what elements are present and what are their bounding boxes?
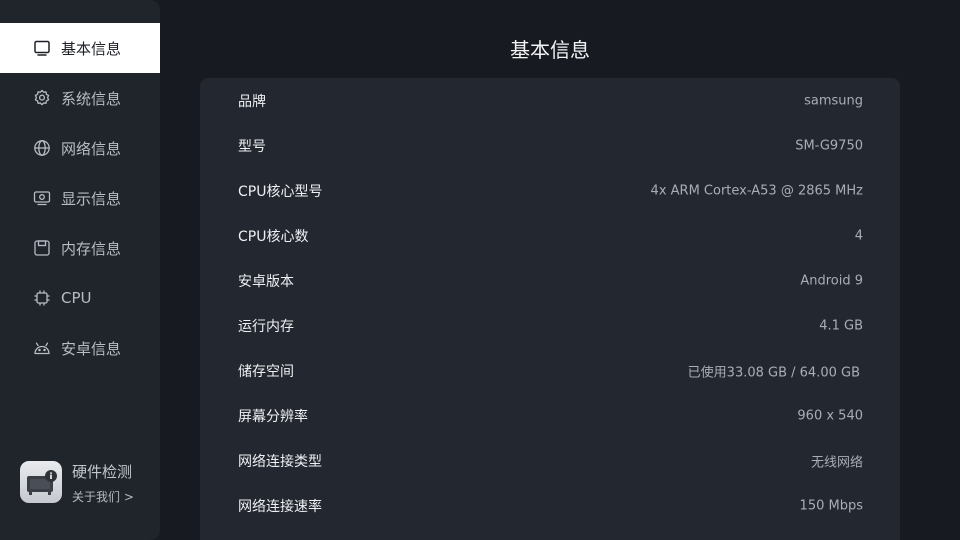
sidebar-item-label: 显示信息: [61, 189, 122, 208]
sidebar-item-system-info[interactable]: 系统信息: [0, 73, 160, 123]
info-label: 运行内存: [238, 318, 294, 335]
memory-icon: [33, 239, 51, 257]
info-value: 960 x 540: [797, 408, 863, 423]
info-row-cpu-cores: CPU核心数 4: [200, 213, 900, 258]
display-icon: [33, 189, 51, 207]
gear-icon: [33, 89, 51, 107]
info-value: 4: [854, 228, 863, 243]
app-window: 基本信息 系统信息 网络信息 显示信息 内存信息 CPU 安卓信息 硬件检测 关…: [0, 0, 960, 540]
info-label: 品牌: [238, 93, 266, 110]
info-value: SM-G9750: [795, 138, 863, 153]
app-name: 硬件检测: [72, 463, 133, 481]
info-row-ram: 运行内存 4.1 GB: [200, 303, 900, 348]
sidebar-item-display-info[interactable]: 显示信息: [0, 173, 160, 223]
info-row-storage: 储存空间 已使用33.08 GB / 64.00 GB: [200, 348, 900, 393]
sidebar-item-label: 系统信息: [61, 89, 122, 108]
info-label: CPU核心数: [238, 228, 309, 245]
hardware-info-logo-icon: [20, 461, 62, 503]
info-row-network-speed: 网络连接速率 150 Mbps: [200, 483, 900, 528]
info-label: 型号: [238, 138, 266, 155]
sidebar-item-label: 安卓信息: [61, 339, 122, 358]
globe-icon: [33, 139, 51, 157]
info-row-brand: 品牌 samsung: [200, 78, 900, 123]
app-info[interactable]: 硬件检测 关于我们 >: [20, 461, 150, 505]
sidebar-item-cpu[interactable]: CPU: [0, 273, 160, 323]
sidebar-item-memory-info[interactable]: 内存信息: [0, 223, 160, 273]
info-row-resolution: 屏幕分辨率 960 x 540: [200, 393, 900, 438]
info-row-cpu-model: CPU核心型号 4x ARM Cortex-A53 @ 2865 MHz: [200, 168, 900, 213]
sidebar-item-label: 内存信息: [61, 239, 122, 258]
info-value: Android 9: [800, 273, 863, 288]
info-row-android-version: 安卓版本 Android 9: [200, 258, 900, 303]
info-value: 4.1 GB: [819, 318, 863, 333]
info-label: 网络连接类型: [238, 453, 322, 470]
sidebar-item-basic-info[interactable]: 基本信息: [0, 23, 160, 73]
info-value: 150 Mbps: [799, 498, 863, 513]
info-value: 4x ARM Cortex-A53 @ 2865 MHz: [650, 183, 863, 198]
sidebar-item-network-info[interactable]: 网络信息: [0, 123, 160, 173]
tablet-icon: [33, 39, 51, 57]
info-label: 网络连接速率: [238, 498, 322, 515]
info-label: 屏幕分辨率: [238, 408, 308, 425]
info-value: 已使用33.08 GB / 64.00 GB: [687, 365, 860, 380]
sidebar-item-label: 基本信息: [61, 39, 122, 58]
info-label: 安卓版本: [238, 273, 294, 290]
info-label: CPU核心型号: [238, 183, 323, 200]
info-label: 储存空间: [238, 363, 294, 380]
info-value: 无线网络: [810, 455, 863, 470]
about-us-link[interactable]: 关于我们 >: [72, 488, 134, 505]
sidebar-item-label: 网络信息: [61, 139, 122, 158]
page-title: 基本信息: [510, 38, 590, 62]
chip-icon: [33, 289, 51, 307]
info-panel: 品牌 samsung 型号 SM-G9750 CPU核心型号 4x ARM Co…: [200, 78, 900, 540]
info-row-network-type: 网络连接类型 无线网络: [200, 438, 900, 483]
sidebar-item-label: CPU: [61, 289, 92, 307]
info-row-model: 型号 SM-G9750: [200, 123, 900, 168]
info-value: samsung: [804, 93, 863, 108]
android-icon: [33, 339, 51, 357]
sidebar-item-android-info[interactable]: 安卓信息: [0, 323, 160, 373]
sidebar: 基本信息 系统信息 网络信息 显示信息 内存信息 CPU 安卓信息 硬件检测 关…: [0, 0, 160, 540]
